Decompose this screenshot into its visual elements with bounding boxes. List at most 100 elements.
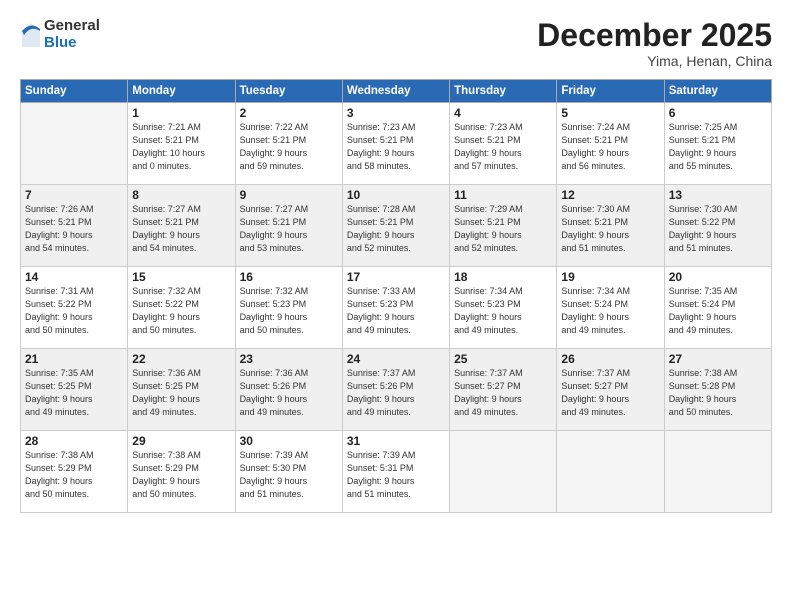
calendar-cell: [21, 103, 128, 185]
day-info: Sunrise: 7:38 AM Sunset: 5:29 PM Dayligh…: [132, 449, 230, 501]
calendar-cell: 3Sunrise: 7:23 AM Sunset: 5:21 PM Daylig…: [342, 103, 449, 185]
day-number: 26: [561, 352, 659, 366]
day-info: Sunrise: 7:31 AM Sunset: 5:22 PM Dayligh…: [25, 285, 123, 337]
calendar-cell: [450, 431, 557, 513]
day-info: Sunrise: 7:25 AM Sunset: 5:21 PM Dayligh…: [669, 121, 767, 173]
day-number: 31: [347, 434, 445, 448]
calendar-cell: 15Sunrise: 7:32 AM Sunset: 5:22 PM Dayli…: [128, 267, 235, 349]
day-number: 24: [347, 352, 445, 366]
calendar-cell: 18Sunrise: 7:34 AM Sunset: 5:23 PM Dayli…: [450, 267, 557, 349]
day-info: Sunrise: 7:39 AM Sunset: 5:31 PM Dayligh…: [347, 449, 445, 501]
day-info: Sunrise: 7:36 AM Sunset: 5:25 PM Dayligh…: [132, 367, 230, 419]
day-number: 17: [347, 270, 445, 284]
calendar-header-row: SundayMondayTuesdayWednesdayThursdayFrid…: [21, 80, 772, 103]
day-number: 21: [25, 352, 123, 366]
day-info: Sunrise: 7:38 AM Sunset: 5:29 PM Dayligh…: [25, 449, 123, 501]
day-number: 22: [132, 352, 230, 366]
day-info: Sunrise: 7:32 AM Sunset: 5:23 PM Dayligh…: [240, 285, 338, 337]
day-info: Sunrise: 7:39 AM Sunset: 5:30 PM Dayligh…: [240, 449, 338, 501]
day-info: Sunrise: 7:22 AM Sunset: 5:21 PM Dayligh…: [240, 121, 338, 173]
calendar-cell: 4Sunrise: 7:23 AM Sunset: 5:21 PM Daylig…: [450, 103, 557, 185]
calendar-cell: 21Sunrise: 7:35 AM Sunset: 5:25 PM Dayli…: [21, 349, 128, 431]
day-number: 20: [669, 270, 767, 284]
day-number: 13: [669, 188, 767, 202]
day-number: 27: [669, 352, 767, 366]
logo-text: General Blue: [44, 18, 100, 51]
calendar-cell: 22Sunrise: 7:36 AM Sunset: 5:25 PM Dayli…: [128, 349, 235, 431]
calendar-week-row: 1Sunrise: 7:21 AM Sunset: 5:21 PM Daylig…: [21, 103, 772, 185]
calendar-cell: 17Sunrise: 7:33 AM Sunset: 5:23 PM Dayli…: [342, 267, 449, 349]
location-title: Yima, Henan, China: [537, 53, 772, 69]
calendar-cell: 23Sunrise: 7:36 AM Sunset: 5:26 PM Dayli…: [235, 349, 342, 431]
day-info: Sunrise: 7:24 AM Sunset: 5:21 PM Dayligh…: [561, 121, 659, 173]
day-header-wednesday: Wednesday: [342, 80, 449, 103]
day-number: 2: [240, 106, 338, 120]
calendar-cell: 16Sunrise: 7:32 AM Sunset: 5:23 PM Dayli…: [235, 267, 342, 349]
day-info: Sunrise: 7:33 AM Sunset: 5:23 PM Dayligh…: [347, 285, 445, 337]
day-header-sunday: Sunday: [21, 80, 128, 103]
day-number: 14: [25, 270, 123, 284]
day-info: Sunrise: 7:29 AM Sunset: 5:21 PM Dayligh…: [454, 203, 552, 255]
day-number: 15: [132, 270, 230, 284]
day-info: Sunrise: 7:36 AM Sunset: 5:26 PM Dayligh…: [240, 367, 338, 419]
day-info: Sunrise: 7:32 AM Sunset: 5:22 PM Dayligh…: [132, 285, 230, 337]
logo-general: General: [44, 18, 100, 35]
day-number: 1: [132, 106, 230, 120]
page: General Blue December 2025 Yima, Henan, …: [0, 0, 792, 612]
calendar-cell: 20Sunrise: 7:35 AM Sunset: 5:24 PM Dayli…: [664, 267, 771, 349]
calendar-cell: 2Sunrise: 7:22 AM Sunset: 5:21 PM Daylig…: [235, 103, 342, 185]
calendar-cell: 12Sunrise: 7:30 AM Sunset: 5:21 PM Dayli…: [557, 185, 664, 267]
day-header-friday: Friday: [557, 80, 664, 103]
calendar-cell: [664, 431, 771, 513]
calendar-cell: 13Sunrise: 7:30 AM Sunset: 5:22 PM Dayli…: [664, 185, 771, 267]
calendar-cell: 1Sunrise: 7:21 AM Sunset: 5:21 PM Daylig…: [128, 103, 235, 185]
day-info: Sunrise: 7:37 AM Sunset: 5:27 PM Dayligh…: [561, 367, 659, 419]
day-number: 18: [454, 270, 552, 284]
day-number: 25: [454, 352, 552, 366]
day-info: Sunrise: 7:23 AM Sunset: 5:21 PM Dayligh…: [347, 121, 445, 173]
day-number: 19: [561, 270, 659, 284]
day-info: Sunrise: 7:37 AM Sunset: 5:26 PM Dayligh…: [347, 367, 445, 419]
day-number: 7: [25, 188, 123, 202]
calendar-cell: 14Sunrise: 7:31 AM Sunset: 5:22 PM Dayli…: [21, 267, 128, 349]
day-number: 10: [347, 188, 445, 202]
calendar-week-row: 28Sunrise: 7:38 AM Sunset: 5:29 PM Dayli…: [21, 431, 772, 513]
calendar-cell: 28Sunrise: 7:38 AM Sunset: 5:29 PM Dayli…: [21, 431, 128, 513]
day-info: Sunrise: 7:21 AM Sunset: 5:21 PM Dayligh…: [132, 121, 230, 173]
calendar-week-row: 21Sunrise: 7:35 AM Sunset: 5:25 PM Dayli…: [21, 349, 772, 431]
month-title: December 2025: [537, 18, 772, 53]
day-info: Sunrise: 7:23 AM Sunset: 5:21 PM Dayligh…: [454, 121, 552, 173]
day-info: Sunrise: 7:27 AM Sunset: 5:21 PM Dayligh…: [132, 203, 230, 255]
day-info: Sunrise: 7:35 AM Sunset: 5:25 PM Dayligh…: [25, 367, 123, 419]
calendar-week-row: 7Sunrise: 7:26 AM Sunset: 5:21 PM Daylig…: [21, 185, 772, 267]
day-info: Sunrise: 7:37 AM Sunset: 5:27 PM Dayligh…: [454, 367, 552, 419]
day-number: 28: [25, 434, 123, 448]
day-number: 8: [132, 188, 230, 202]
day-info: Sunrise: 7:30 AM Sunset: 5:21 PM Dayligh…: [561, 203, 659, 255]
day-number: 29: [132, 434, 230, 448]
day-info: Sunrise: 7:35 AM Sunset: 5:24 PM Dayligh…: [669, 285, 767, 337]
calendar-week-row: 14Sunrise: 7:31 AM Sunset: 5:22 PM Dayli…: [21, 267, 772, 349]
calendar: SundayMondayTuesdayWednesdayThursdayFrid…: [20, 79, 772, 513]
title-section: December 2025 Yima, Henan, China: [537, 18, 772, 69]
day-info: Sunrise: 7:38 AM Sunset: 5:28 PM Dayligh…: [669, 367, 767, 419]
day-number: 9: [240, 188, 338, 202]
day-info: Sunrise: 7:28 AM Sunset: 5:21 PM Dayligh…: [347, 203, 445, 255]
calendar-cell: 6Sunrise: 7:25 AM Sunset: 5:21 PM Daylig…: [664, 103, 771, 185]
day-number: 4: [454, 106, 552, 120]
day-number: 16: [240, 270, 338, 284]
day-info: Sunrise: 7:30 AM Sunset: 5:22 PM Dayligh…: [669, 203, 767, 255]
calendar-cell: 25Sunrise: 7:37 AM Sunset: 5:27 PM Dayli…: [450, 349, 557, 431]
day-number: 5: [561, 106, 659, 120]
day-info: Sunrise: 7:26 AM Sunset: 5:21 PM Dayligh…: [25, 203, 123, 255]
day-info: Sunrise: 7:34 AM Sunset: 5:24 PM Dayligh…: [561, 285, 659, 337]
logo: General Blue: [20, 18, 100, 51]
calendar-cell: 29Sunrise: 7:38 AM Sunset: 5:29 PM Dayli…: [128, 431, 235, 513]
day-number: 30: [240, 434, 338, 448]
day-info: Sunrise: 7:27 AM Sunset: 5:21 PM Dayligh…: [240, 203, 338, 255]
day-header-thursday: Thursday: [450, 80, 557, 103]
day-header-tuesday: Tuesday: [235, 80, 342, 103]
day-number: 3: [347, 106, 445, 120]
day-number: 6: [669, 106, 767, 120]
calendar-cell: 8Sunrise: 7:27 AM Sunset: 5:21 PM Daylig…: [128, 185, 235, 267]
